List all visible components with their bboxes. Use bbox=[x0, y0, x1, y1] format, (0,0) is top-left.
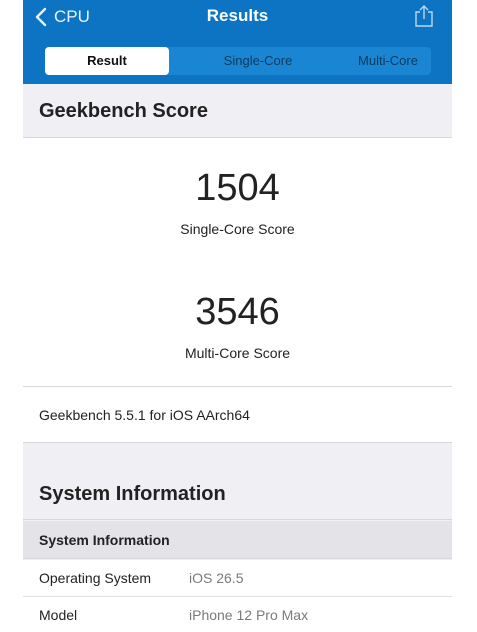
multi-core-score: 3546 bbox=[195, 291, 280, 333]
geekbench-score-header: Geekbench Score bbox=[23, 84, 452, 138]
operating-system-value: iOS 26.5 bbox=[189, 570, 244, 586]
tab-multi-core[interactable]: Multi-Core bbox=[325, 47, 451, 75]
page-title: Results bbox=[206, 6, 269, 25]
tab-result[interactable]: Result bbox=[45, 47, 169, 75]
single-core-label: Single-Core Score bbox=[180, 221, 295, 237]
share-icon bbox=[414, 5, 434, 32]
navigation-bar: CPU Results bbox=[23, 0, 452, 37]
results-content: CPU Results Result Single-Core Multi-Cor… bbox=[23, 0, 452, 632]
operating-system-label: Operating System bbox=[39, 570, 152, 586]
table-row: Model iPhone 12 Pro Max bbox=[23, 597, 452, 632]
model-label: Model bbox=[39, 607, 78, 623]
single-core-score: 1504 bbox=[195, 167, 280, 209]
segmented-control: Result Single-Core Multi-Core bbox=[45, 47, 431, 75]
results-screen: CPU Results Result Single-Core Multi-Cor… bbox=[0, 0, 477, 632]
tab-single-core[interactable]: Single-Core bbox=[195, 47, 321, 75]
right-margin bbox=[452, 0, 477, 632]
system-information-header: System Information bbox=[23, 468, 452, 520]
model-value: iPhone 12 Pro Max bbox=[189, 607, 309, 623]
left-margin bbox=[0, 0, 23, 632]
geekbench-version: Geekbench 5.5.1 for iOS AArch64 bbox=[23, 387, 452, 443]
table-row: Operating System iOS 26.5 bbox=[23, 560, 452, 597]
multi-core-label: Multi-Core Score bbox=[184, 345, 291, 361]
share-button[interactable] bbox=[414, 4, 434, 28]
system-table-header: System Information bbox=[23, 521, 452, 559]
result-tabs-bar: Result Single-Core Multi-Core bbox=[23, 37, 452, 84]
